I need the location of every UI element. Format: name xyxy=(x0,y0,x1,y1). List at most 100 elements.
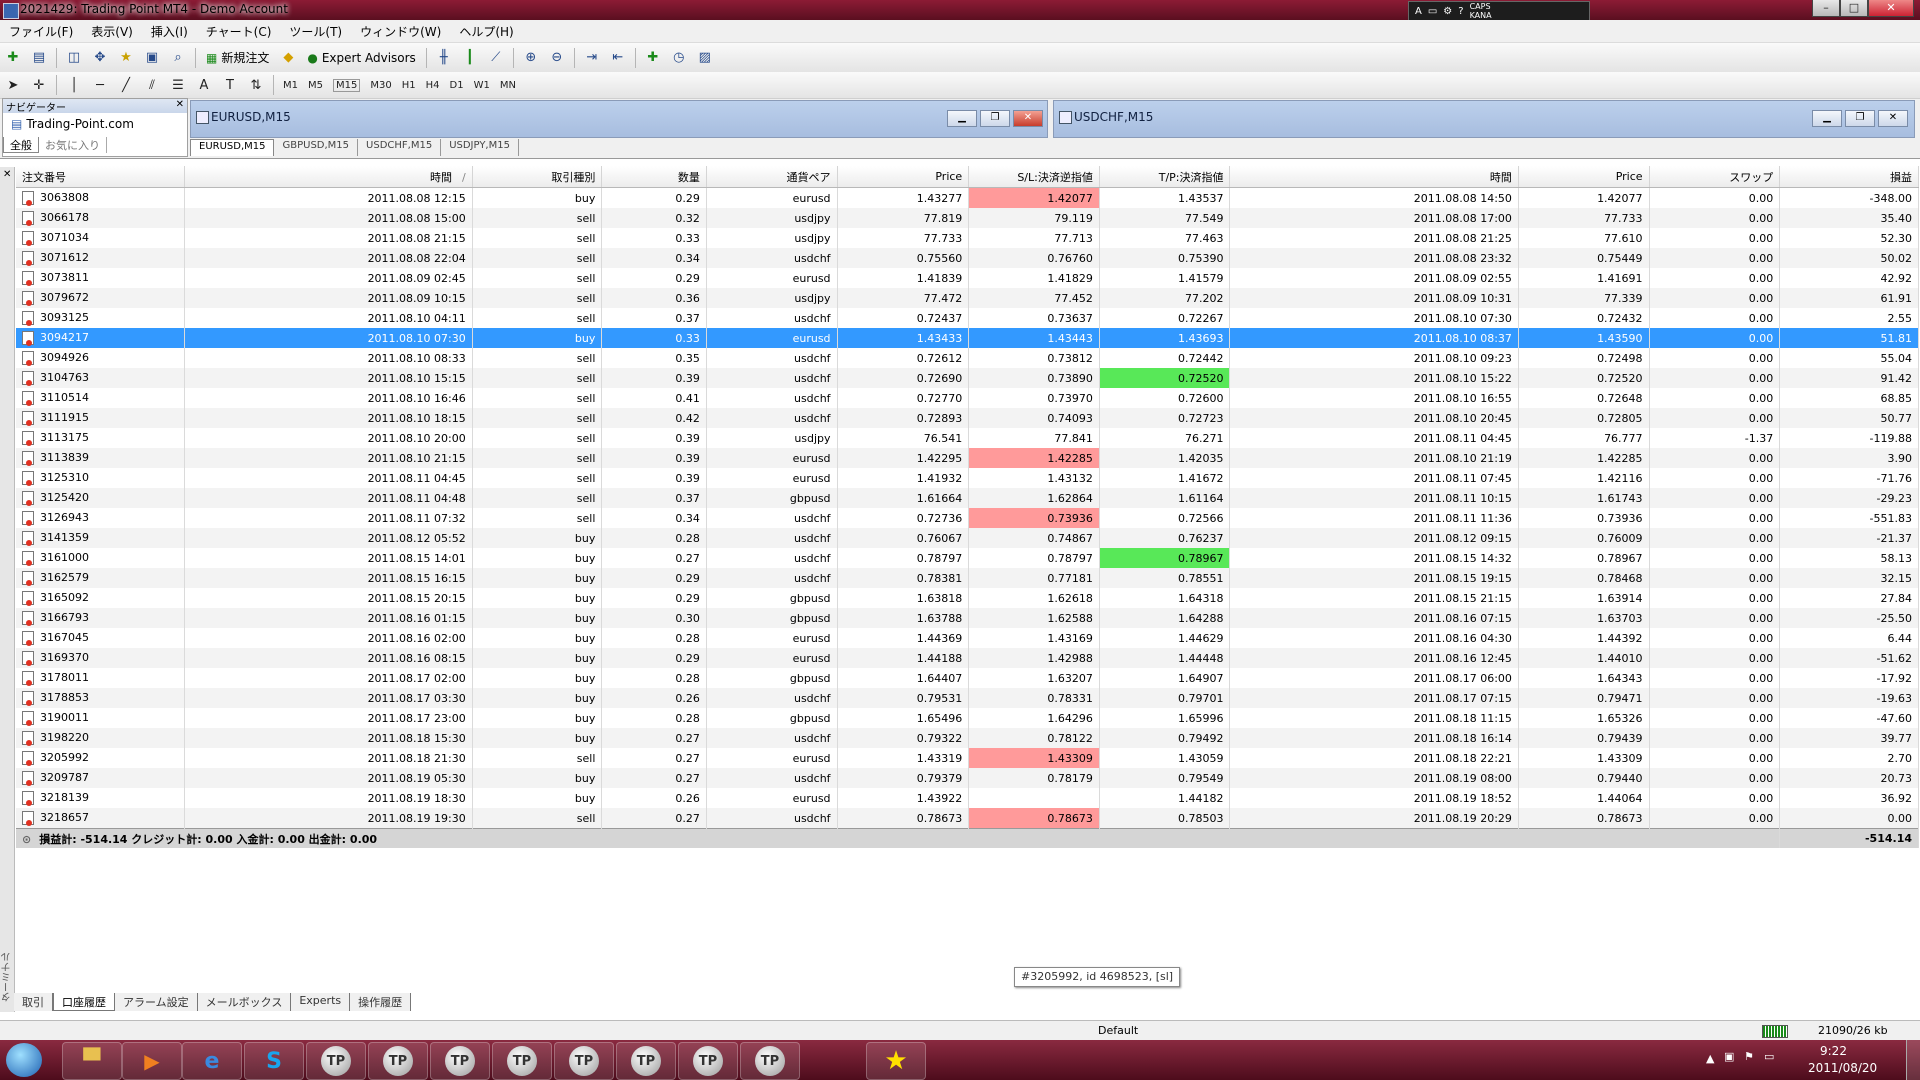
timeframe-m30[interactable]: M30 xyxy=(370,80,391,91)
table-row[interactable]: 3126943 2011.08.11 07:32 sell 0.34 usdchf 0.7… xyxy=(16,508,1919,528)
tab-alerts[interactable]: アラーム設定 xyxy=(115,993,198,1011)
tab-account-history[interactable]: 口座履歴 xyxy=(53,993,115,1011)
table-row[interactable]: 3094926 2011.08.10 08:33 sell 0.35 usdchf 0.7… xyxy=(16,348,1919,368)
tab-usdjpy[interactable]: USDJPY,M15 xyxy=(441,139,519,156)
close-icon[interactable]: ✕ xyxy=(3,169,11,180)
table-row[interactable]: 3198220 2011.08.18 15:30 buy 0.27 usdchf 0.79… xyxy=(16,728,1919,748)
col-open-price[interactable]: Price xyxy=(837,166,970,188)
tab-mailbox[interactable]: メールボックス xyxy=(198,993,292,1011)
table-row[interactable]: 3094217 2011.08.10 07:30 buy 0.33 eurusd 1.43… xyxy=(16,328,1919,348)
new-order-button[interactable]: ▦ 新規注文 xyxy=(200,47,275,69)
tab-usdchf[interactable]: USDCHF,M15 xyxy=(358,139,442,156)
table-row[interactable]: 3063808 2011.08.08 12:15 buy 0.29 eurusd 1.43… xyxy=(16,187,1919,208)
metaeditor-icon[interactable]: ◆ xyxy=(278,48,298,68)
channel-icon[interactable]: ⫽ xyxy=(142,75,162,95)
restore-button[interactable]: ❐ xyxy=(1845,110,1875,127)
table-row[interactable]: 3178011 2011.08.17 02:00 buy 0.28 gbpusd 1.64… xyxy=(16,668,1919,688)
clock-time[interactable]: 9:22 xyxy=(1820,1044,1847,1058)
col-lots[interactable]: 数量 xyxy=(601,166,707,188)
table-row[interactable]: 3073811 2011.08.09 02:45 sell 0.29 eurusd 1.4… xyxy=(16,268,1919,288)
ime-settings-icon[interactable]: ⚙ xyxy=(1443,6,1452,17)
mt4-taskbar-icon[interactable]: TP xyxy=(678,1042,738,1080)
close-button[interactable]: ✕ xyxy=(1013,110,1043,127)
table-row[interactable]: 3218139 2011.08.19 18:30 buy 0.26 eurusd 1.43… xyxy=(16,788,1919,808)
mt4-taskbar-icon[interactable]: TP xyxy=(554,1042,614,1080)
ime-pad-icon[interactable]: ▭ xyxy=(1428,6,1437,17)
tab-experts[interactable]: Experts xyxy=(291,993,351,1011)
mt4-taskbar-icon[interactable]: TP xyxy=(430,1042,490,1080)
table-row[interactable]: 3071034 2011.08.08 21:15 sell 0.33 usdjpy 77.… xyxy=(16,228,1919,248)
mt4-taskbar-icon[interactable]: TP xyxy=(492,1042,552,1080)
tab-trade[interactable]: 取引 xyxy=(14,993,53,1011)
menu-tools[interactable]: ツール(T) xyxy=(280,23,351,40)
col-order[interactable]: 注文番号 xyxy=(16,166,186,188)
skype-icon[interactable]: S xyxy=(244,1042,304,1080)
col-close-time[interactable]: 時間 xyxy=(1229,166,1519,188)
minimize-button[interactable]: ▁ xyxy=(947,110,977,127)
language-bar[interactable]: A ▭ ⚙ ? CAPS KANA xyxy=(1408,1,1590,21)
menu-chart[interactable]: チャート(C) xyxy=(197,23,281,40)
trendline-icon[interactable]: ╱ xyxy=(116,75,136,95)
flag-icon[interactable]: ⚑ xyxy=(1744,1050,1754,1063)
table-row[interactable]: 3113175 2011.08.10 20:00 sell 0.39 usdjpy 76.… xyxy=(16,428,1919,448)
mt4-taskbar-icon[interactable]: TP xyxy=(740,1042,800,1080)
horizontal-line-icon[interactable]: ─ xyxy=(90,75,110,95)
bar-chart-icon[interactable]: ╫ xyxy=(434,48,454,68)
table-row[interactable]: 3218657 2011.08.19 19:30 sell 0.27 usdchf 0.7… xyxy=(16,808,1919,829)
mt4-taskbar-icon[interactable]: TP xyxy=(616,1042,676,1080)
table-row[interactable]: 3071612 2011.08.08 22:04 sell 0.34 usdchf 0.7… xyxy=(16,248,1919,268)
tab-general[interactable]: 全般 xyxy=(3,137,39,153)
table-row[interactable]: 3079672 2011.08.09 10:15 sell 0.36 usdjpy 77.… xyxy=(16,288,1919,308)
clock-date[interactable]: 2011/08/20 xyxy=(1808,1061,1877,1075)
timeframe-w1[interactable]: W1 xyxy=(474,80,490,91)
explorer-icon[interactable]: ▀ xyxy=(62,1042,122,1080)
restore-button[interactable]: ❐ xyxy=(980,110,1010,127)
indicators-icon[interactable]: ✚ xyxy=(643,48,663,68)
chart-window-eurusd[interactable]: EURUSD,M15 ▁ ❐ ✕ xyxy=(190,100,1048,138)
minimize-button[interactable]: ▁ xyxy=(1812,110,1842,127)
table-row[interactable]: 3104763 2011.08.10 15:15 sell 0.39 usdchf 0.7… xyxy=(16,368,1919,388)
tray-expand-icon[interactable]: ▲ xyxy=(1706,1052,1714,1065)
table-row[interactable]: 3190011 2011.08.17 23:00 buy 0.28 gbpusd 1.65… xyxy=(16,708,1919,728)
tab-eurusd[interactable]: EURUSD,M15 xyxy=(190,139,275,156)
menu-help[interactable]: ヘルプ(H) xyxy=(450,23,522,40)
timeframe-h1[interactable]: H1 xyxy=(402,80,416,91)
col-sl[interactable]: S/L:決済逆指値 xyxy=(968,166,1100,188)
expert-advisors-button[interactable]: ● Expert Advisors xyxy=(301,47,421,69)
col-type[interactable]: 取引種別 xyxy=(472,166,603,188)
menu-file[interactable]: ファイル(F) xyxy=(0,23,82,40)
mt4-taskbar-icon[interactable]: TP xyxy=(306,1042,366,1080)
table-row[interactable]: 3167045 2011.08.16 02:00 buy 0.28 eurusd 1.44… xyxy=(16,628,1919,648)
network-icon[interactable]: ▣ xyxy=(1724,1050,1734,1063)
text-icon[interactable]: A xyxy=(194,75,214,95)
col-swap[interactable]: スワップ xyxy=(1649,166,1781,188)
table-row[interactable]: 3093125 2011.08.10 04:11 sell 0.37 usdchf 0.7… xyxy=(16,308,1919,328)
table-row[interactable]: 3162579 2011.08.15 16:15 buy 0.29 usdchf 0.78… xyxy=(16,568,1919,588)
zoom-in-icon[interactable]: ⊕ xyxy=(521,48,541,68)
close-button[interactable]: ✕ xyxy=(1868,0,1914,17)
vertical-line-icon[interactable]: │ xyxy=(64,75,84,95)
ime-mode-icon[interactable]: A xyxy=(1415,6,1422,17)
table-row[interactable]: 3169370 2011.08.16 08:15 buy 0.29 eurusd 1.44… xyxy=(16,648,1919,668)
maximize-button[interactable]: □ xyxy=(1840,0,1868,17)
col-tp[interactable]: T/P:決済指値 xyxy=(1099,166,1231,188)
new-chart-icon[interactable]: ✚ xyxy=(3,48,23,68)
star-app-icon[interactable]: ★ xyxy=(866,1042,926,1080)
timeframe-m15[interactable]: M15 xyxy=(333,78,361,92)
tab-favorites[interactable]: お気に入り xyxy=(39,137,107,153)
text-label-icon[interactable]: T xyxy=(220,75,240,95)
close-icon[interactable]: ✕ xyxy=(176,99,184,110)
menu-insert[interactable]: 挿入(I) xyxy=(142,23,197,40)
table-row[interactable]: 3111915 2011.08.10 18:15 sell 0.42 usdchf 0.7… xyxy=(16,408,1919,428)
table-row[interactable]: 3178853 2011.08.17 03:30 buy 0.26 usdchf 0.79… xyxy=(16,688,1919,708)
table-row[interactable]: 3166793 2011.08.16 01:15 buy 0.30 gbpusd 1.63… xyxy=(16,608,1919,628)
navigator-item-account[interactable]: ▤ Trading-Point.com xyxy=(11,117,134,131)
col-open-time[interactable]: 時間 / xyxy=(184,166,473,188)
table-row[interactable]: 3161000 2011.08.15 14:01 buy 0.27 usdchf 0.78… xyxy=(16,548,1919,568)
arrows-icon[interactable]: ⇅ xyxy=(246,75,266,95)
media-player-icon[interactable]: ▶ xyxy=(122,1042,182,1080)
strategy-tester-icon[interactable]: ⌕ xyxy=(168,48,188,68)
timeframe-m5[interactable]: M5 xyxy=(308,80,323,91)
market-watch-icon[interactable]: ◫ xyxy=(64,48,84,68)
close-button[interactable]: ✕ xyxy=(1878,110,1908,127)
